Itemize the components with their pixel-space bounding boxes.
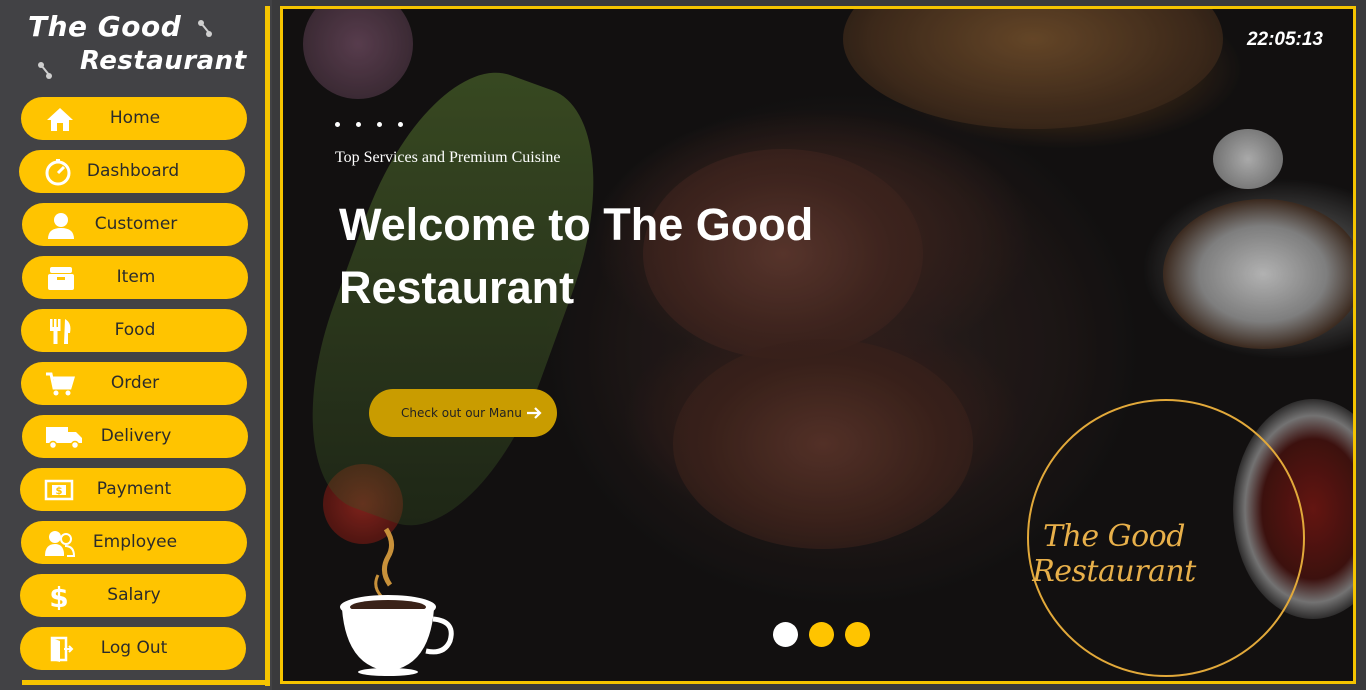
brand-logo: The Good Restaurant: [20, 4, 260, 84]
sidebar-item-item[interactable]: Item: [22, 256, 248, 299]
slider-dot-2[interactable]: [809, 622, 834, 647]
hero-banner: 22:05:13 Top Services and Premium Cuisin…: [280, 6, 1356, 684]
sidebar: The Good Restaurant Home Dashboard Custo…: [0, 0, 272, 690]
slider-dot-3[interactable]: [845, 622, 870, 647]
sidebar-item-order[interactable]: Order: [21, 362, 247, 405]
sidebar-item-label: Customer: [94, 214, 178, 234]
brand-title-line1: The Good: [28, 10, 182, 43]
fork-spoon-icon: [198, 20, 212, 37]
sidebar-item-label: Item: [116, 267, 156, 287]
slider-dot-1[interactable]: [773, 622, 798, 647]
sidebar-item-label: Salary: [107, 585, 161, 605]
sidebar-item-label: Delivery: [100, 426, 172, 446]
sidebar-item-label: Employee: [92, 532, 178, 552]
sidebar-divider: [265, 6, 270, 686]
sidebar-item-food[interactable]: Food: [21, 309, 247, 352]
arrow-right-icon: [527, 407, 542, 419]
sidebar-item-label: Log Out: [100, 638, 168, 658]
sidebar-item-salary[interactable]: $ Salary: [20, 574, 246, 617]
dot: [398, 122, 403, 127]
check-menu-button[interactable]: Check out our Manu: [369, 389, 557, 437]
sidebar-item-label: Dashboard: [86, 161, 180, 181]
check-menu-label: Check out our Manu: [401, 406, 522, 420]
dot: [335, 122, 340, 127]
dot: [356, 122, 361, 127]
sidebar-item-label: Payment: [96, 479, 172, 499]
slider-pagination: [773, 622, 870, 647]
sidebar-item-payment[interactable]: $ Payment: [20, 468, 246, 511]
sidebar-item-home[interactable]: Home: [21, 97, 247, 140]
seal-text: The Good Restaurant: [1032, 519, 1196, 589]
brand-title-line2: Restaurant: [80, 46, 247, 76]
sidebar-item-logout[interactable]: Log Out: [20, 627, 246, 670]
coffee-cup-icon: [340, 527, 454, 676]
clock: 22:05:13: [1246, 29, 1323, 50]
dot: [377, 122, 382, 127]
tagline: Top Services and Premium Cuisine: [335, 149, 561, 166]
sidebar-item-label: Home: [109, 108, 161, 128]
sidebar-item-label: Order: [110, 373, 160, 393]
sidebar-item-dashboard[interactable]: Dashboard: [19, 150, 245, 193]
sidebar-item-delivery[interactable]: Delivery: [22, 415, 248, 458]
decorative-dots: [335, 122, 403, 127]
fork-spoon-icon: [38, 62, 52, 79]
sidebar-item-employee[interactable]: Employee: [21, 521, 247, 564]
sidebar-item-customer[interactable]: Customer: [22, 203, 248, 246]
sidebar-bottom-bar: [22, 680, 270, 685]
welcome-heading: Welcome to The Good Restaurant: [339, 199, 814, 313]
sidebar-item-label: Food: [114, 320, 156, 340]
